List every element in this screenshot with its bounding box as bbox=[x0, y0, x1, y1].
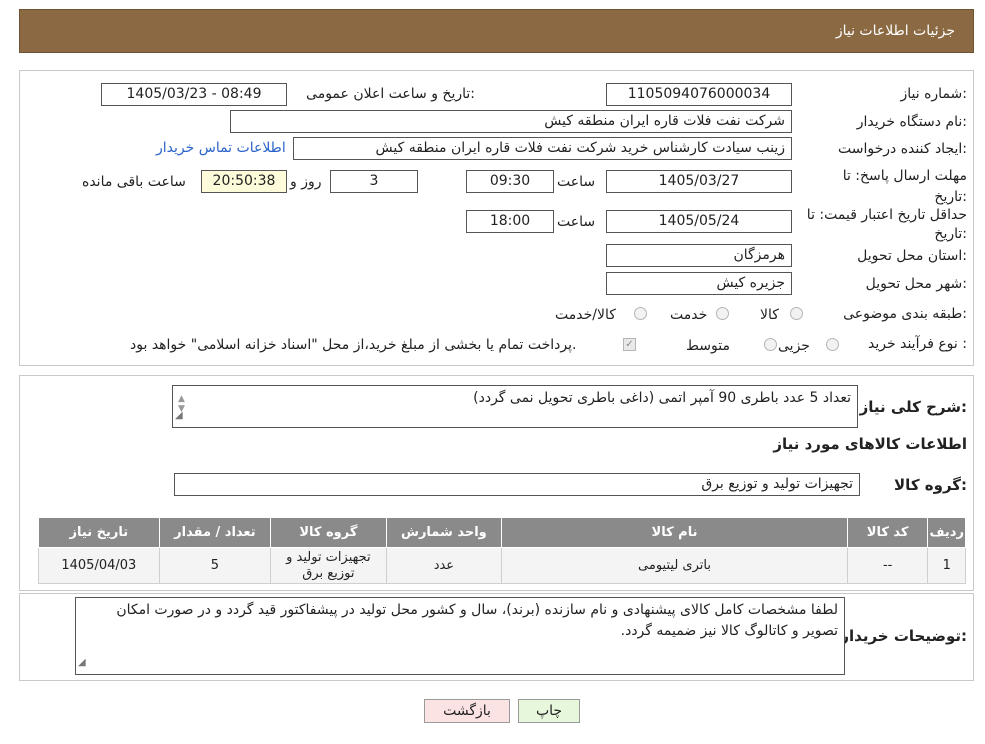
creator-label: ایجاد کننده درخواست: bbox=[838, 141, 967, 157]
city-label: شهر محل تحویل: bbox=[865, 276, 967, 292]
buyer-org-label: نام دستگاه خریدار: bbox=[856, 114, 967, 130]
col-unit: واحد شمارش bbox=[385, 517, 503, 548]
items-table-wrap: تاریخ نیاز تعداد / مقدار گروه کالا واحد … bbox=[38, 517, 966, 584]
reply-date-field: 1405/03/27 bbox=[606, 170, 792, 193]
cell-code: -- bbox=[846, 547, 929, 584]
category-label: طبقه بندی موضوعی: bbox=[843, 306, 967, 322]
cell-name: باتری لیتیومی bbox=[501, 547, 848, 584]
price-date-field: 1405/05/24 bbox=[606, 210, 792, 233]
process-minor-label: جزیی bbox=[778, 338, 810, 354]
page-title: جزئیات اطلاعات نیاز bbox=[835, 23, 955, 39]
reply-deadline-label: مهلت ارسال پاسخ: تا تاریخ: bbox=[842, 168, 967, 205]
province-label: استان محل تحویل: bbox=[857, 248, 967, 264]
category-both-label: کالا/خدمت bbox=[555, 307, 616, 323]
treasury-checkbox[interactable]: ✓ bbox=[623, 338, 636, 351]
cell-unit: عدد bbox=[385, 547, 503, 584]
print-button[interactable]: چاپ bbox=[518, 699, 580, 723]
col-row: ردیف bbox=[927, 517, 966, 548]
city-field: جزیره کیش bbox=[606, 272, 792, 295]
price-validity-label: حداقل تاریخ اعتبار قیمت: تا تاریخ: bbox=[806, 207, 967, 242]
remaining-label: ساعت باقی مانده bbox=[82, 174, 186, 190]
buyer-notes-text: لطفا مشخصات کامل کالای پیشنهادی و نام سا… bbox=[116, 602, 838, 639]
process-medium-label: متوسط bbox=[686, 338, 730, 354]
table-row: 1405/04/03 5 تجهیزات تولید و توزیع برق ع… bbox=[38, 547, 966, 584]
category-service-radio[interactable] bbox=[716, 307, 729, 320]
buyer-notes-label: توضیحات خریدار: bbox=[840, 627, 967, 645]
category-both-radio[interactable] bbox=[634, 307, 647, 320]
category-goods-radio[interactable] bbox=[790, 307, 803, 320]
buyer-org-field: شرکت نفت فلات قاره ایران منطقه کیش bbox=[230, 110, 792, 133]
items-table: تاریخ نیاز تعداد / مقدار گروه کالا واحد … bbox=[38, 517, 966, 584]
process-minor-radio[interactable] bbox=[826, 338, 839, 351]
cell-qty: 5 bbox=[158, 547, 272, 584]
col-name: نام کالا bbox=[501, 517, 848, 548]
days-field: 3 bbox=[330, 170, 418, 193]
category-goods-label: کالا bbox=[760, 307, 779, 323]
page-header: جزئیات اطلاعات نیاز bbox=[19, 9, 974, 53]
days-label: روز و bbox=[290, 174, 322, 190]
col-date: تاریخ نیاز bbox=[38, 517, 160, 548]
items-heading: اطلاعات کالاهای مورد نیاز bbox=[773, 435, 967, 453]
col-qty: تعداد / مقدار bbox=[158, 517, 272, 548]
payment-note: پرداخت تمام یا بخشی از مبلغ خرید،از محل … bbox=[130, 337, 577, 353]
creator-field: زینب سیادت کارشناس خرید شرکت نفت فلات قا… bbox=[293, 137, 792, 160]
contact-buyer-link[interactable]: اطلاعات تماس خریدار bbox=[156, 140, 286, 156]
cell-group: تجهیزات تولید و توزیع برق bbox=[270, 547, 387, 584]
province-field: هرمزگان bbox=[606, 244, 792, 267]
col-code: کد کالا bbox=[846, 517, 929, 548]
resize-grip-icon[interactable]: ◢ bbox=[78, 652, 86, 673]
process-medium-radio[interactable] bbox=[764, 338, 777, 351]
cell-date: 1405/04/03 bbox=[38, 547, 160, 584]
summary-text: تعداد 5 عدد باطری 90 آمپر اتمی (داغی باط… bbox=[473, 390, 851, 406]
col-group: گروه کالا bbox=[270, 517, 387, 548]
remaining-time-field: 20:50:38 bbox=[201, 170, 287, 193]
reply-time-field: 09:30 bbox=[466, 170, 554, 193]
need-number-label: شماره نیاز: bbox=[900, 86, 967, 102]
cell-row: 1 bbox=[927, 547, 966, 584]
price-time-label: ساعت bbox=[557, 214, 596, 230]
announce-label: تاریخ و ساعت اعلان عمومی: bbox=[306, 86, 475, 102]
summary-label: شرح کلی نیاز: bbox=[859, 398, 967, 416]
group-field: تجهیزات تولید و توزیع برق bbox=[174, 473, 860, 496]
back-button[interactable]: بازگشت bbox=[424, 699, 510, 723]
need-number-field: 1105094076000034 bbox=[606, 83, 792, 106]
announce-field: 1405/03/23 - 08:49 bbox=[101, 83, 287, 106]
buyer-notes-textarea[interactable]: لطفا مشخصات کامل کالای پیشنهادی و نام سا… bbox=[75, 597, 845, 675]
summary-textarea[interactable]: تعداد 5 عدد باطری 90 آمپر اتمی (داغی باط… bbox=[172, 385, 858, 428]
resize-grip-icon[interactable]: ◢ bbox=[175, 405, 183, 426]
process-label: نوع فرآیند خرید : bbox=[868, 336, 967, 352]
group-label: گروه کالا: bbox=[894, 476, 967, 494]
category-service-label: خدمت bbox=[670, 307, 708, 323]
reply-time-label: ساعت bbox=[557, 174, 596, 190]
table-header-row: تاریخ نیاز تعداد / مقدار گروه کالا واحد … bbox=[38, 517, 966, 548]
price-time-field: 18:00 bbox=[466, 210, 554, 233]
